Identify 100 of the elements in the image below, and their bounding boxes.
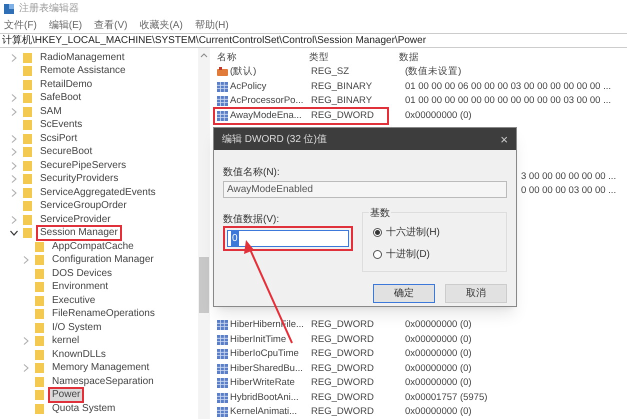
menu-item[interactable]: 查看(V) <box>94 18 128 32</box>
tree-item[interactable]: SecurePipeServers <box>36 158 130 174</box>
menu-item[interactable]: 文件(F) <box>4 18 37 32</box>
binary-value-icon <box>217 320 228 330</box>
column-header[interactable]: 数据 <box>399 52 419 63</box>
column-header[interactable]: 名称 <box>217 52 237 63</box>
value-name[interactable]: (默认) <box>230 65 256 80</box>
value-type: REG_DWORD <box>311 348 374 360</box>
tree-item[interactable]: SecurityProviders <box>36 171 122 188</box>
binary-value-icon <box>217 82 228 92</box>
tree-item[interactable]: Memory Management <box>48 360 154 376</box>
value-name[interactable]: HiberSharedBu... <box>230 362 303 376</box>
tree-item[interactable]: RadioManagement <box>36 50 128 66</box>
value-data-field[interactable]: 0 <box>227 230 349 247</box>
folder-icon <box>35 350 44 360</box>
value-name[interactable]: HiberIoCpuTime <box>230 347 299 362</box>
folder-icon <box>23 160 32 171</box>
radio-button[interactable] <box>373 250 382 258</box>
tree-item[interactable]: SecureBoot <box>36 144 96 160</box>
field-label: 数值名称(N): <box>223 166 281 179</box>
value-name[interactable]: HybridBootAni... <box>230 390 299 405</box>
value-name[interactable]: AwayModeEna... <box>230 108 302 123</box>
value-name[interactable]: HiberWriteRate <box>230 376 295 390</box>
value-type: REG_DWORD <box>311 334 374 345</box>
folder-icon <box>35 296 44 306</box>
radio-label[interactable]: 十进制(D) <box>386 246 430 262</box>
folder-icon <box>23 106 32 117</box>
tree-item[interactable]: Power <box>48 387 84 404</box>
value-type: REG_DWORD <box>311 362 374 374</box>
tree-item[interactable]: DOS Devices <box>48 266 116 282</box>
folder-icon <box>23 93 32 104</box>
binary-value-icon <box>217 392 228 403</box>
value-type: REG_SZ <box>311 66 350 78</box>
menu-item[interactable]: 收藏夹(A) <box>139 18 183 32</box>
tree-item[interactable]: ServiceProvider <box>36 212 115 228</box>
value-name[interactable]: HiberInitTime <box>230 332 286 347</box>
folder-icon <box>23 120 32 130</box>
folder-icon <box>35 255 44 266</box>
tree-item[interactable]: ScEvents <box>36 117 86 134</box>
tree-item[interactable]: Executive <box>48 292 100 309</box>
value-type: REG_BINARY <box>311 80 372 92</box>
value-name[interactable]: AcPolicy <box>230 80 266 94</box>
tree-item[interactable]: kernel <box>48 333 84 350</box>
radio-label[interactable]: 十六进制(H) <box>386 224 440 240</box>
tree-item[interactable]: FileRenameOperations <box>48 306 159 322</box>
menu-item[interactable]: 编辑(E) <box>48 18 82 32</box>
value-data: (数值未设置) <box>405 66 462 78</box>
folder-icon <box>23 201 32 212</box>
folder-icon <box>23 228 32 238</box>
scrollbar-thumb[interactable] <box>199 257 209 313</box>
radio-button[interactable] <box>373 228 382 236</box>
folder-icon <box>23 52 32 63</box>
folder-icon <box>35 282 44 292</box>
tree-item[interactable]: AppCompatCache <box>48 238 138 255</box>
dialog-title: 编辑 DWORD (32 位)值 <box>222 132 327 146</box>
tree-item[interactable]: Session Manager <box>36 225 122 242</box>
dialog-button[interactable]: 确定 <box>373 284 435 303</box>
field-label: 数值数据(V): <box>223 213 280 226</box>
folder-icon <box>35 242 44 252</box>
scrollbar[interactable] <box>198 48 210 419</box>
binary-value-icon <box>217 378 228 388</box>
value-data: 0x00000000 (0) <box>405 334 472 345</box>
value-data: 0x00000000 (0) <box>405 110 472 121</box>
tree-item[interactable]: Remote Assistance <box>36 63 130 80</box>
tree-item[interactable]: I/O System <box>48 320 106 336</box>
tree-item[interactable]: ServiceAggregatedEvents <box>36 184 160 201</box>
value-data: 01 00 00 00 06 00 00 00 03 00 00 00 00 00 00 ... <box>405 80 612 92</box>
scroll-up-icon[interactable] <box>200 53 208 58</box>
value-type: REG_BINARY <box>311 95 372 106</box>
value-name[interactable]: AcProcessorPo... <box>230 94 304 108</box>
binary-value-icon <box>217 334 228 345</box>
menu-item[interactable]: 帮助(H) <box>194 18 229 32</box>
tree-item[interactable]: Configuration Manager <box>48 252 158 268</box>
value-name-field[interactable]: AwayModeEnabled <box>223 181 507 198</box>
close-button[interactable]: × <box>500 132 508 146</box>
chevron-icon[interactable] <box>10 229 18 238</box>
tree-item[interactable]: Quota System <box>48 400 120 417</box>
tree-item[interactable]: SafeBoot <box>36 90 86 106</box>
folder-icon <box>23 134 32 144</box>
tree-item[interactable]: ServiceGroupOrder <box>36 198 131 214</box>
folder-icon <box>35 336 44 346</box>
binary-value-icon <box>217 96 228 106</box>
folder-icon <box>35 363 44 374</box>
folder-icon <box>35 322 44 333</box>
value-name[interactable]: KernelAnimati... <box>230 405 298 419</box>
tree-item[interactable]: NamespaceSeparation <box>48 374 158 390</box>
tree-item[interactable]: ScsiPort <box>36 130 82 147</box>
tree-item[interactable]: Environment <box>48 279 112 296</box>
column-header[interactable]: 类型 <box>309 52 329 63</box>
value-data: 01 00 00 00 00 00 00 00 00 00 00 00 03 00 00 ... <box>405 95 612 106</box>
tree-item[interactable]: KnownDLLs <box>48 346 110 363</box>
tree-item[interactable]: RetailDemo <box>36 76 96 93</box>
value-data: 0x00001757 (5975) <box>405 392 488 403</box>
value-type: REG_DWORD <box>311 110 374 121</box>
dialog-button[interactable]: 取消 <box>445 284 507 303</box>
folder-icon <box>23 80 32 90</box>
folder-icon <box>35 309 44 320</box>
address-bar[interactable]: 计算机\HKEY_LOCAL_MACHINE\SYSTEM\CurrentControlSet\Control\Session Manager\Power <box>0 33 627 48</box>
window-title: 注册表编辑器 <box>19 2 79 16</box>
tree-item[interactable]: SAM <box>36 104 66 120</box>
